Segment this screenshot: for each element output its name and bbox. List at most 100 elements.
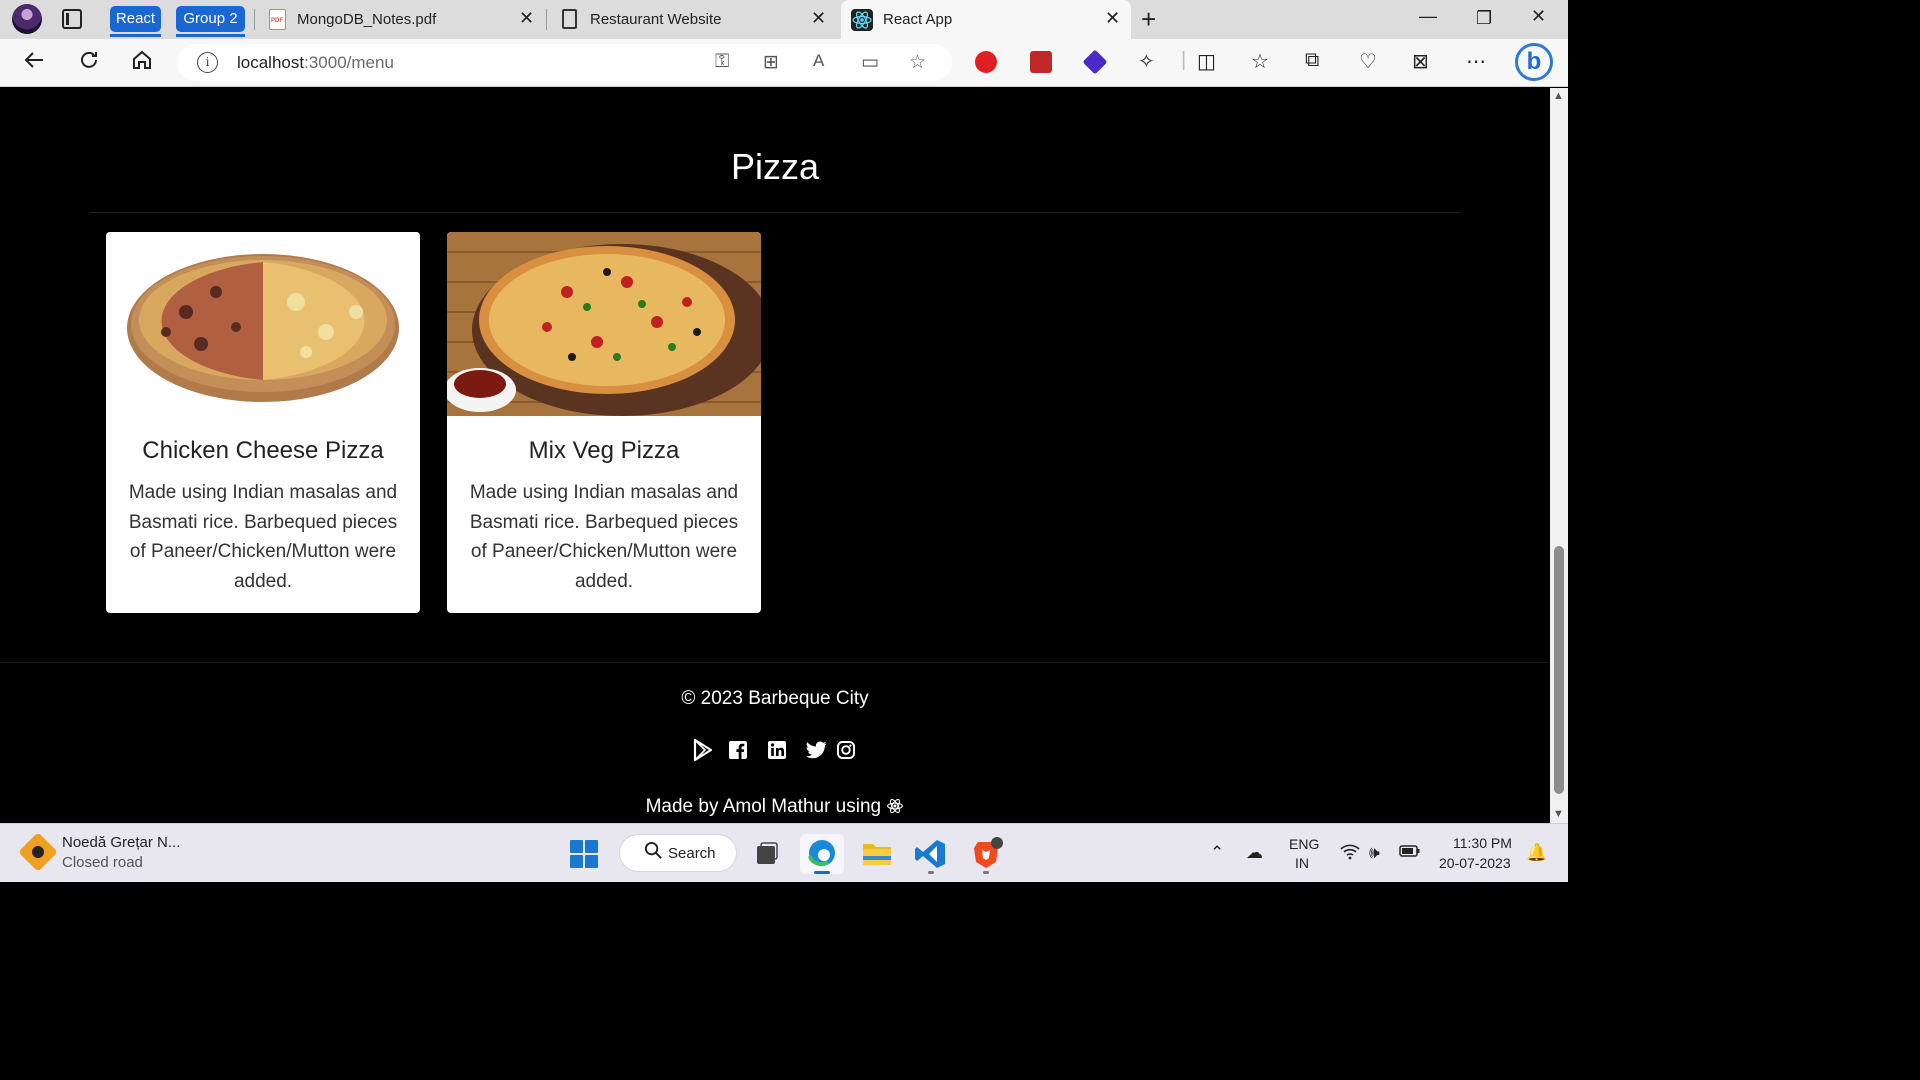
footer-credit: Made by Amol Mathur using — [0, 796, 1550, 818]
tab-title: React App — [883, 11, 953, 28]
chicken-cheese-pizza-image — [106, 232, 420, 416]
widget-subtitle[interactable]: Closed road — [62, 854, 143, 871]
page-scrollbar[interactable]: ▲ ▼ — [1550, 88, 1568, 823]
wifi-icon[interactable] — [1340, 843, 1360, 866]
onedrive-cloud-icon[interactable]: ☁ — [1246, 843, 1263, 863]
tab-group-react-underline — [110, 34, 161, 37]
new-tab-icon[interactable]: + — [1141, 4, 1156, 35]
refresh-icon[interactable] — [77, 48, 101, 78]
math-solver-icon[interactable]: ⊠ — [1412, 49, 1429, 74]
tab-group-group-2[interactable]: Group 2 — [176, 6, 245, 32]
tab-group-2-underline — [176, 34, 245, 37]
file-explorer-icon[interactable] — [855, 834, 899, 874]
react-logo-icon — [887, 798, 904, 814]
search-icon — [644, 841, 663, 866]
heading-divider — [90, 212, 1460, 213]
split-screen-icon[interactable]: ◫ — [1197, 49, 1216, 74]
minimize-icon[interactable]: — — [1419, 6, 1437, 27]
extension-diamond-icon[interactable] — [1082, 49, 1108, 75]
restore-icon[interactable]: ❐ — [1476, 8, 1492, 29]
input-language[interactable]: ENG — [1289, 836, 1319, 852]
wallet-icon[interactable]: ▭ — [861, 51, 879, 74]
item-description: Made using Indian masalas and Basmati ri… — [128, 482, 398, 592]
notifications-icon[interactable]: 🔔 — [1526, 843, 1547, 863]
toolbar-divider: | — [1181, 49, 1187, 71]
clock-time[interactable]: 11:30 PM — [1453, 835, 1512, 851]
extension-red-icon[interactable] — [975, 51, 997, 73]
clock-date[interactable]: 20-07-2023 — [1439, 855, 1511, 871]
google-play-icon[interactable] — [693, 739, 713, 761]
linkedin-icon[interactable] — [768, 739, 787, 761]
apps-icon[interactable]: ⊞ — [763, 51, 779, 74]
item-description: Made using Indian masalas and Basmati ri… — [469, 482, 739, 592]
vscode-icon[interactable] — [909, 834, 953, 874]
favorite-star-icon[interactable]: ☆ — [909, 51, 926, 74]
url-text[interactable]: localhost:3000/menu — [237, 53, 394, 73]
tab-actions-icon[interactable] — [62, 9, 82, 29]
document-icon — [562, 9, 577, 29]
taskbar-search[interactable]: Search — [619, 834, 737, 872]
address-bar[interactable]: i localhost:3000/menu ⚿ ⊞ A ▭ ☆ — [177, 44, 952, 81]
close-icon[interactable]: ✕ — [811, 8, 826, 29]
react-icon — [851, 9, 873, 31]
scroll-down-icon[interactable]: ▼ — [1553, 808, 1564, 820]
item-name: Chicken Cheese Pizza — [142, 437, 384, 464]
back-icon[interactable] — [22, 48, 46, 78]
footer-divider — [0, 662, 1550, 663]
start-icon[interactable] — [570, 840, 598, 868]
close-icon[interactable]: ✕ — [1105, 8, 1120, 29]
url-host: localhost — [237, 53, 305, 72]
mix-veg-pizza-image — [447, 232, 761, 416]
browser-essentials-icon[interactable]: ♡ — [1359, 49, 1377, 74]
tab-react-app[interactable]: React App ✕ — [841, 0, 1131, 39]
show-hidden-icons-chevron-icon[interactable]: ⌃ — [1210, 843, 1224, 863]
extension-grid-icon[interactable] — [1030, 51, 1052, 73]
more-options-icon[interactable]: ⋯ — [1466, 49, 1486, 74]
home-icon[interactable] — [130, 48, 154, 78]
favorites-icon[interactable]: ☆ — [1251, 49, 1269, 74]
footer-copyright: © 2023 Barbeque City — [681, 688, 869, 709]
tab-separator — [546, 9, 547, 30]
active-indicator — [814, 871, 830, 874]
extensions-puzzle-icon[interactable]: ✧ — [1138, 49, 1155, 74]
url-path: :3000/menu — [304, 53, 394, 72]
task-view-icon[interactable] — [745, 834, 789, 874]
profile-avatar[interactable] — [12, 4, 42, 34]
edge-browser-icon[interactable] — [800, 834, 844, 874]
footer-credit-text: Made by Amol Mathur using — [645, 796, 882, 817]
key-icon[interactable]: ⚿ — [715, 51, 729, 73]
scroll-thumb[interactable] — [1554, 546, 1564, 794]
pdf-icon — [269, 9, 286, 30]
tab-mongodb-notes[interactable]: MongoDB_Notes.pdf ✕ — [255, 0, 545, 39]
window-close-icon[interactable]: ✕ — [1531, 6, 1546, 27]
twitter-icon[interactable] — [806, 739, 827, 761]
collections-icon[interactable]: ⧉ — [1305, 49, 1319, 72]
browser-tab-strip: React Group 2 MongoDB_Notes.pdf ✕ Restau… — [0, 0, 1568, 39]
tab-restaurant-website[interactable]: Restaurant Website ✕ — [548, 0, 838, 39]
browser-toolbar: i localhost:3000/menu ⚿ ⊞ A ▭ ☆ ✧ | ◫ ☆ … — [0, 39, 1568, 87]
category-title: Pizza — [730, 146, 820, 187]
instagram-icon[interactable] — [837, 739, 856, 761]
menu-card[interactable]: Chicken Cheese Pizza Made using Indian m… — [106, 232, 420, 613]
bing-copilot-icon[interactable]: b — [1515, 43, 1553, 81]
volume-icon[interactable]: 🕪 — [1369, 843, 1380, 863]
traffic-alert-icon[interactable] — [18, 832, 58, 872]
running-indicator — [928, 871, 934, 874]
menu-card[interactable]: Mix Veg Pizza Made using Indian masalas … — [447, 232, 761, 613]
battery-icon[interactable] — [1399, 843, 1421, 864]
read-aloud-icon[interactable]: A — [813, 51, 824, 71]
tab-title: MongoDB_Notes.pdf — [297, 11, 437, 28]
menu-page: Pizza Chicken Cheese Pizza Made using In… — [0, 88, 1550, 823]
input-region[interactable]: IN — [1295, 855, 1309, 871]
tab-title: Restaurant Website — [590, 11, 722, 28]
brave-browser-icon[interactable] — [964, 834, 1008, 874]
info-icon[interactable]: i — [197, 52, 218, 73]
widget-title[interactable]: Noedă Grețar N... — [62, 834, 180, 851]
facebook-icon[interactable] — [729, 739, 748, 761]
windows-taskbar: Noedă Grețar N... Closed road Search ⌃ ☁… — [0, 823, 1568, 882]
search-label: Search — [668, 845, 716, 862]
close-icon[interactable]: ✕ — [519, 8, 534, 29]
scroll-up-icon[interactable]: ▲ — [1553, 90, 1564, 102]
item-name: Mix Veg Pizza — [528, 437, 680, 464]
tab-group-react[interactable]: React — [110, 6, 161, 32]
